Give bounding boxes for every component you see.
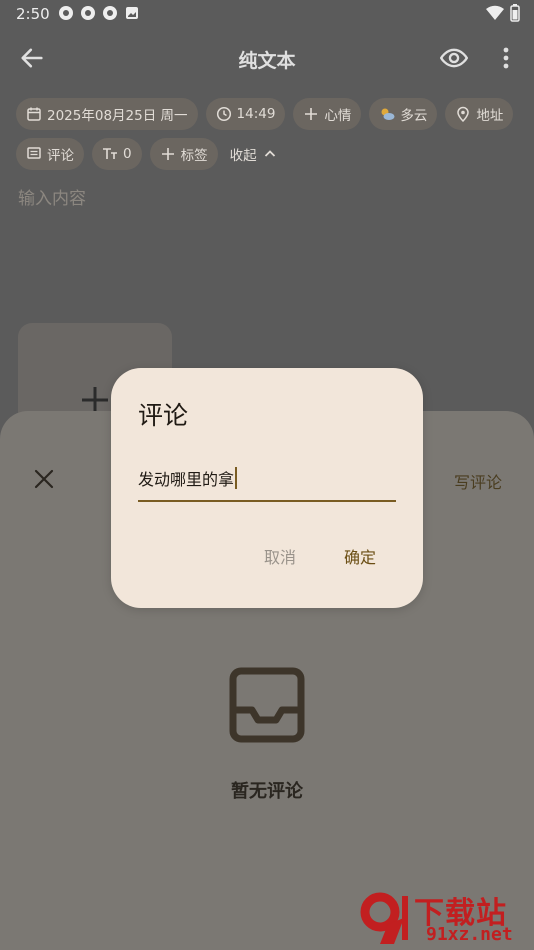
tag-chip[interactable]: 标签 [149, 138, 218, 170]
meta-chips-row-1: 2025年08月25日 周一 14:49 心情 多云 地址 [16, 98, 526, 130]
close-icon[interactable] [32, 467, 56, 491]
app-notification-icon [103, 6, 117, 20]
mood-chip-label: 心情 [324, 108, 352, 124]
comment-dialog: 评论 发动哪里的拿 取消 确定 [111, 368, 423, 608]
write-comment-button[interactable]: 写评论 [454, 469, 502, 493]
site-watermark: 下载站 91xz.net [358, 888, 528, 948]
location-chip[interactable]: 地址 [445, 98, 514, 130]
plus-icon [161, 148, 174, 160]
tag-chip-label: 标签 [180, 148, 208, 164]
comment-chip-label: 评论 [47, 148, 74, 164]
cancel-button[interactable]: 取消 [264, 544, 296, 568]
time-chip[interactable]: 14:49 [205, 98, 286, 130]
status-bar: 2:50 [0, 0, 534, 28]
app-notification-icon [59, 6, 73, 20]
empty-comments-text: 暂无评论 [231, 781, 303, 802]
preview-eye-icon[interactable] [440, 44, 468, 72]
clock-icon [216, 106, 231, 122]
weather-chip-label: 多云 [400, 108, 428, 124]
notification-icons [58, 5, 140, 21]
watermark-domain: 91xz.net [426, 924, 513, 945]
editor-placeholder[interactable]: 输入内容 [18, 184, 86, 209]
plus-icon [305, 108, 318, 120]
text-size-icon [103, 148, 117, 159]
comment-input-value[interactable]: 发动哪里的拿 [138, 466, 234, 490]
comment-icon [27, 147, 41, 159]
inbox-tray-icon [229, 667, 305, 743]
date-chip-label: 2025年08月25日 周一 [47, 108, 188, 124]
comment-chip[interactable]: 评论 [16, 138, 84, 170]
comment-input-field[interactable]: 发动哪里的拿 [138, 456, 396, 502]
collapse-label: 收起 [229, 148, 257, 164]
status-time: 2:50 [16, 5, 50, 23]
meta-chips-row-2: 评论 0 标签 收起 [16, 138, 526, 170]
app-bar: 纯文本 [0, 28, 534, 88]
location-chip-label: 地址 [476, 108, 504, 124]
text-cursor [235, 467, 238, 489]
battery-icon [510, 4, 520, 22]
location-pin-icon [457, 106, 470, 122]
image-notification-icon [126, 7, 138, 19]
chevron-up-icon [264, 150, 275, 157]
dialog-title: 评论 [138, 401, 189, 430]
weather-chip[interactable]: 多云 [369, 98, 438, 130]
wifi-icon [486, 5, 504, 21]
watermark-logo-icon [360, 892, 408, 944]
app-notification-icon [81, 6, 95, 20]
calendar-icon [27, 107, 41, 121]
font-size-chip[interactable]: 0 [92, 138, 142, 170]
confirm-button[interactable]: 确定 [344, 544, 376, 568]
collapse-toggle[interactable]: 收起 [226, 138, 282, 170]
date-chip[interactable]: 2025年08月25日 周一 [16, 98, 198, 130]
more-vert-icon[interactable] [496, 44, 516, 72]
mood-chip[interactable]: 心情 [293, 98, 362, 130]
partly-cloudy-icon [381, 108, 395, 120]
font-size-chip-label: 0 [123, 146, 132, 162]
time-chip-label: 14:49 [236, 106, 276, 122]
